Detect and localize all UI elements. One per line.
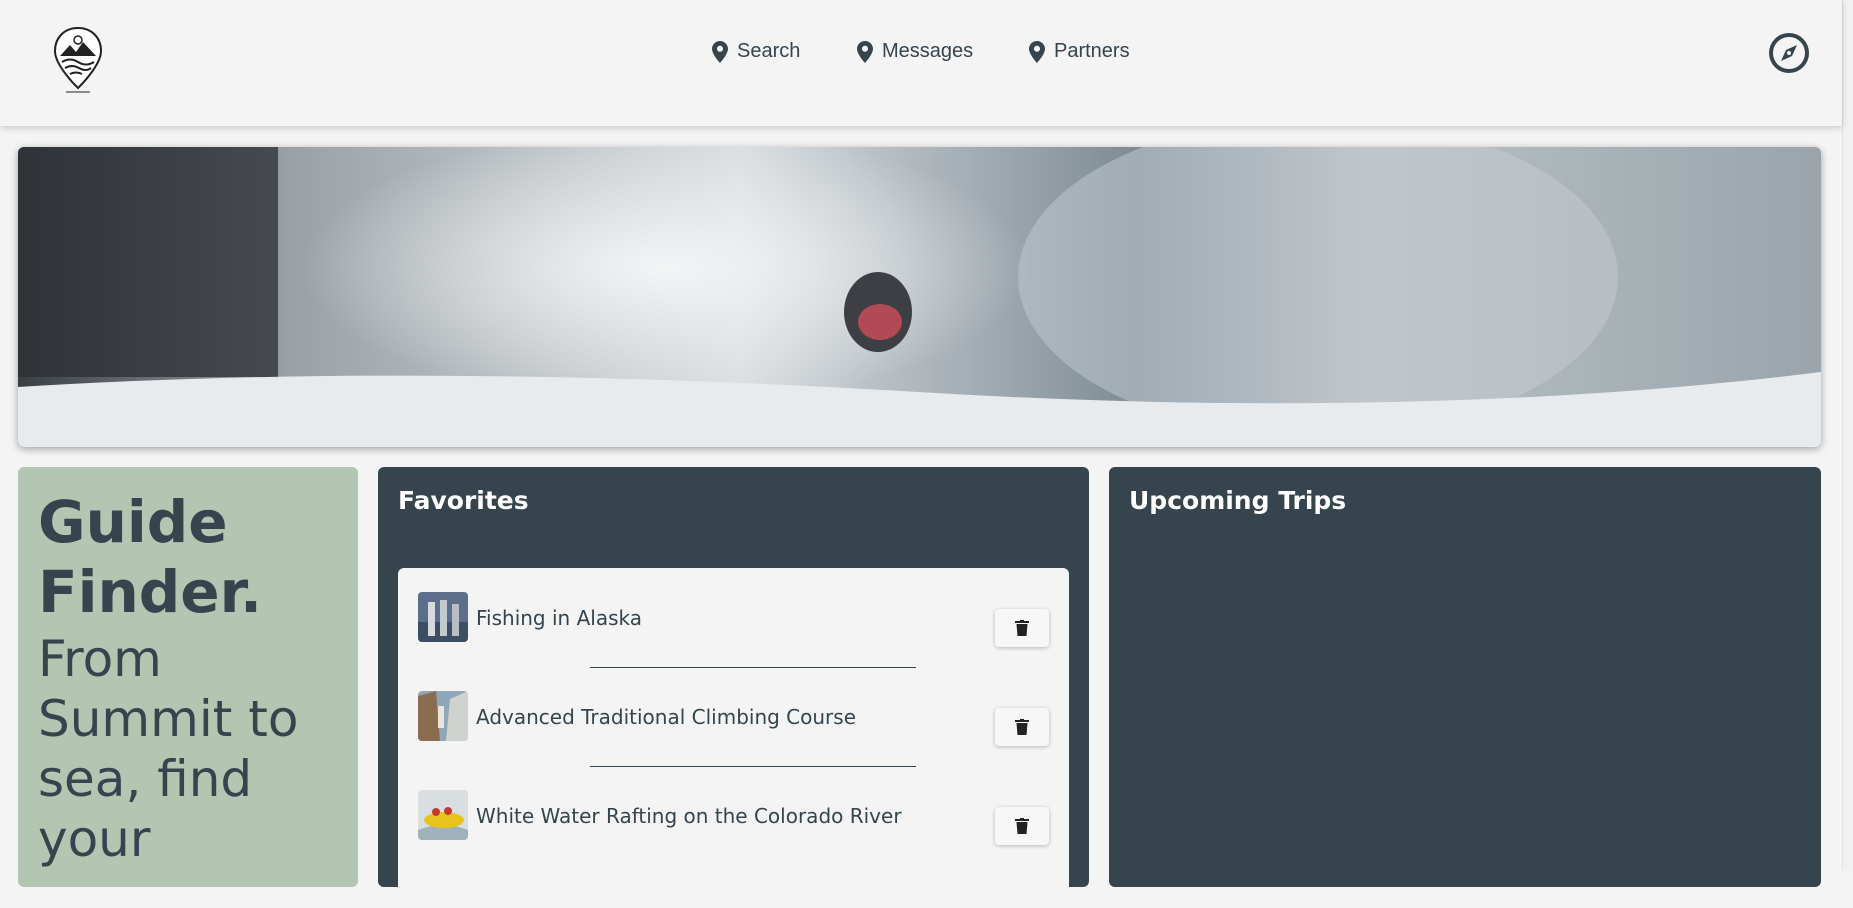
- trash-icon: [1015, 620, 1029, 636]
- intro-panel: Guide Finder. From Summit to sea, find y…: [18, 467, 358, 887]
- delete-favorite-button[interactable]: [995, 708, 1049, 746]
- nav-link-label: Messages: [882, 40, 974, 62]
- nav-link-search[interactable]: Search: [712, 40, 800, 63]
- fishing-photo: [418, 592, 468, 642]
- intro-subtitle: From Summit to sea, find your: [38, 630, 299, 868]
- climbing-photo: [418, 691, 468, 741]
- favorite-label[interactable]: Fishing in Alaska: [476, 606, 642, 630]
- hero-banner-image: [18, 147, 1821, 447]
- compass-icon[interactable]: [1768, 32, 1810, 74]
- favorites-title: Favorites: [398, 486, 529, 515]
- map-pin-icon: [857, 40, 873, 63]
- favorite-label[interactable]: Advanced Traditional Climbing Course: [476, 705, 856, 729]
- nav-link-messages[interactable]: Messages: [857, 40, 973, 63]
- top-navbar: Search Messages Partners: [0, 0, 1842, 126]
- map-pin-icon: [712, 40, 728, 63]
- upcoming-trips-title: Upcoming Trips: [1129, 486, 1347, 515]
- favorites-panel: Favorites Fishing in Alaska Advanced Tra…: [378, 467, 1089, 908]
- page-scrollbar[interactable]: [1842, 0, 1853, 871]
- trash-icon: [1015, 719, 1029, 735]
- favorite-item[interactable]: Fishing in Alaska: [418, 568, 1049, 668]
- nav-links: Search Messages Partners: [0, 40, 1842, 68]
- rafting-photo: [418, 790, 468, 840]
- trash-icon: [1015, 818, 1029, 834]
- delete-favorite-button[interactable]: [995, 807, 1049, 845]
- favorites-list: Fishing in Alaska Advanced Traditional C…: [398, 568, 1069, 908]
- delete-favorite-button[interactable]: [995, 609, 1049, 647]
- nav-link-label: Search: [737, 40, 801, 62]
- favorite-item[interactable]: White Water Rafting on the Colorado Rive…: [418, 766, 1049, 865]
- map-pin-icon: [1029, 40, 1045, 63]
- intro-title: Guide Finder.: [38, 488, 263, 626]
- nav-link-label: Partners: [1054, 40, 1130, 62]
- upcoming-trips-panel: Upcoming Trips: [1109, 467, 1821, 887]
- nav-link-partners[interactable]: Partners: [1029, 40, 1130, 63]
- favorite-label[interactable]: White Water Rafting on the Colorado Rive…: [476, 804, 902, 828]
- favorite-item[interactable]: Advanced Traditional Climbing Course: [418, 667, 1049, 767]
